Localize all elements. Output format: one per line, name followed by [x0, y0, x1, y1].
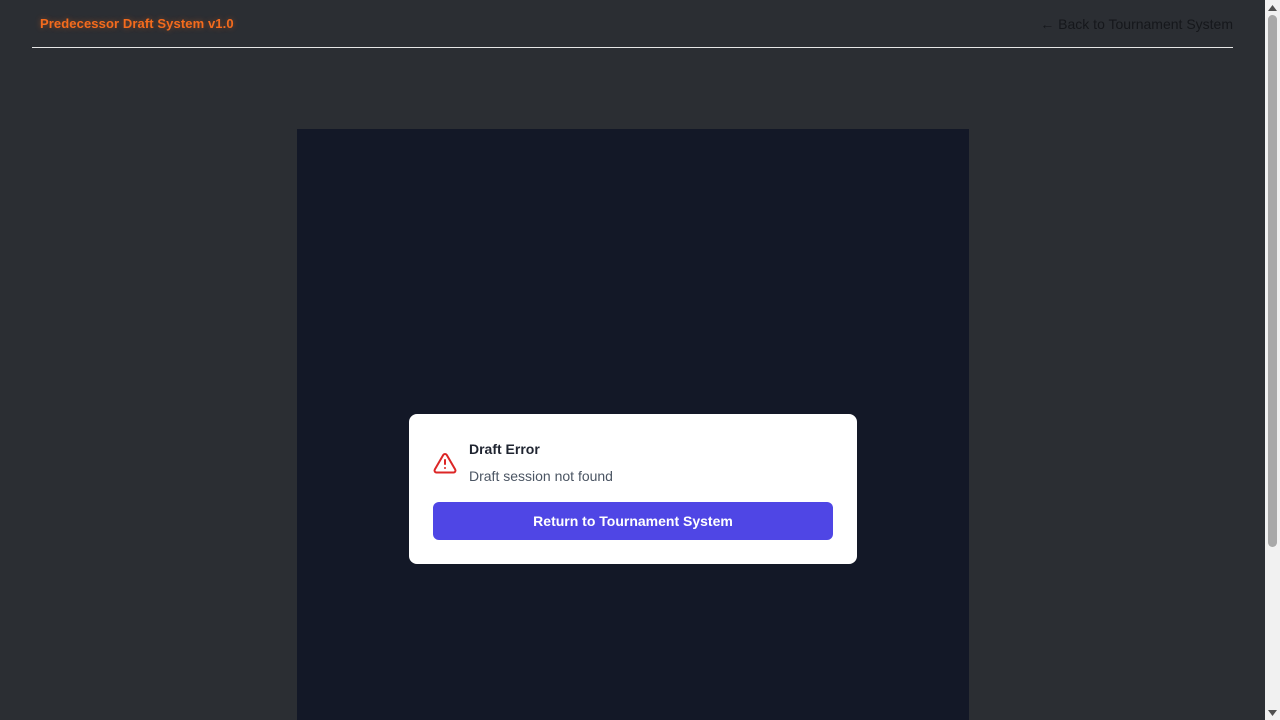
- warning-triangle-icon: [433, 451, 457, 475]
- return-to-tournament-button[interactable]: Return to Tournament System: [433, 502, 833, 540]
- app-title: Predecessor Draft System v1.0: [40, 16, 234, 31]
- back-to-tournament-link[interactable]: ← Back to Tournament System: [1040, 16, 1233, 32]
- dialog-title: Draft Error: [469, 441, 540, 457]
- scroll-up-arrow-icon[interactable]: [1265, 0, 1280, 15]
- error-dialog: Draft Error Draft session not found Retu…: [409, 414, 857, 564]
- dialog-message: Draft session not found: [469, 468, 613, 484]
- vertical-scrollbar[interactable]: [1265, 0, 1280, 720]
- scroll-down-arrow-icon[interactable]: [1265, 705, 1280, 720]
- header: Predecessor Draft System v1.0 ← Back to …: [32, 0, 1233, 48]
- scrollbar-thumb[interactable]: [1268, 15, 1277, 547]
- page: Predecessor Draft System v1.0 ← Back to …: [0, 0, 1265, 720]
